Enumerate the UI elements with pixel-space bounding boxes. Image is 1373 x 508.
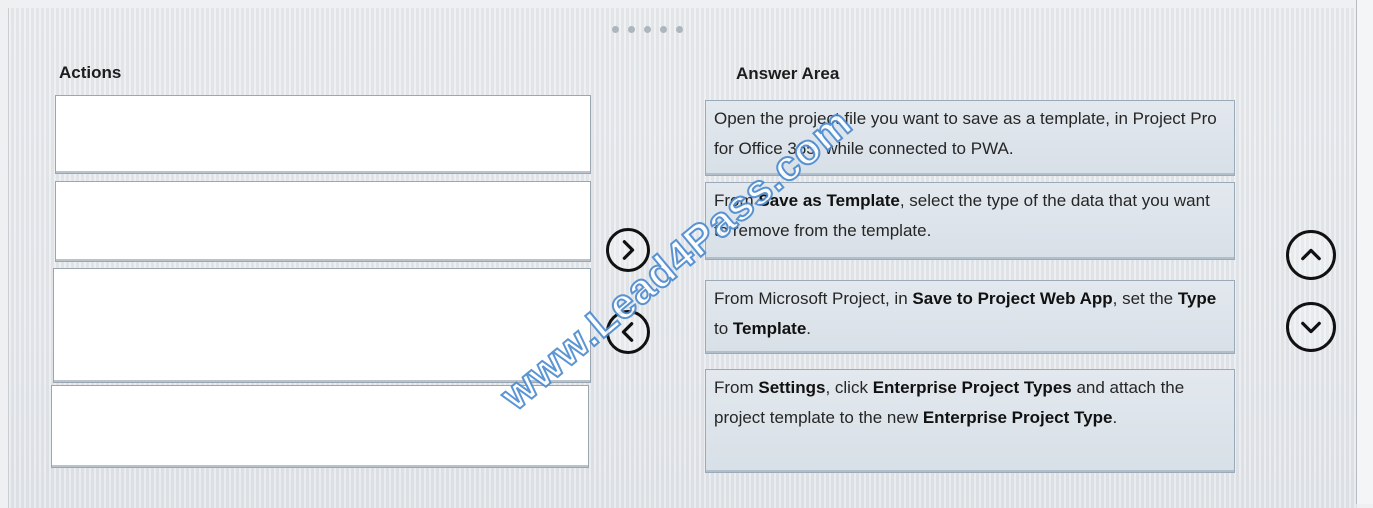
chevron-up-icon bbox=[1301, 248, 1321, 261]
answer-item-text: From Settings, click Enterprise Project … bbox=[714, 378, 1184, 427]
bold-text: Save to Project Web App bbox=[912, 289, 1113, 308]
text-segment: , set the bbox=[1112, 289, 1178, 308]
action-slot-4[interactable] bbox=[51, 385, 589, 468]
move-right-button[interactable] bbox=[606, 228, 650, 272]
answer-item-1[interactable]: Open the project file you want to save a… bbox=[705, 100, 1235, 176]
text-segment: From bbox=[714, 191, 759, 210]
pager-dot bbox=[644, 26, 651, 33]
pager-dots bbox=[612, 26, 683, 33]
pager-dot bbox=[676, 26, 683, 33]
move-left-button[interactable] bbox=[606, 310, 650, 354]
pager-dot bbox=[628, 26, 635, 33]
action-slot-1[interactable] bbox=[55, 95, 591, 174]
bold-text: Template bbox=[732, 319, 807, 338]
text-segment: . bbox=[806, 319, 812, 338]
window-edge bbox=[1356, 0, 1373, 504]
action-slot-2[interactable] bbox=[55, 181, 591, 262]
text-segment: , click bbox=[825, 378, 873, 397]
move-up-button[interactable] bbox=[1286, 230, 1336, 280]
answer-area-heading: Answer Area bbox=[736, 64, 840, 83]
answer-item-4[interactable]: From Settings, click Enterprise Project … bbox=[705, 369, 1235, 473]
bold-text: Save as Template bbox=[758, 191, 900, 210]
text-segment: From Microsoft Project, in bbox=[714, 289, 913, 308]
answer-item-text: Open the project file you want to save a… bbox=[714, 109, 1217, 158]
chevron-right-icon bbox=[622, 240, 635, 260]
text-segment: . bbox=[1112, 408, 1118, 427]
answer-item-text: From Save as Template, select the type o… bbox=[714, 191, 1210, 240]
move-down-button[interactable] bbox=[1286, 302, 1336, 352]
answer-item-2[interactable]: From Save as Template, select the type o… bbox=[705, 182, 1235, 260]
text-segment: to bbox=[714, 319, 733, 338]
action-slot-3[interactable] bbox=[53, 268, 591, 383]
chevron-left-icon bbox=[621, 322, 634, 342]
bold-text: Settings bbox=[758, 378, 826, 397]
answer-item-3[interactable]: From Microsoft Project, in Save to Proje… bbox=[705, 280, 1235, 354]
actions-heading: Actions bbox=[59, 63, 122, 82]
pager-dot bbox=[660, 26, 667, 33]
chevron-down-icon bbox=[1301, 321, 1321, 334]
pager-dot bbox=[612, 26, 619, 33]
bold-text: Enterprise Project Type bbox=[922, 408, 1113, 427]
text-segment: From bbox=[714, 378, 759, 397]
bold-text: Type bbox=[1177, 289, 1217, 308]
text-segment: Open the project file you want to save a… bbox=[714, 109, 1217, 158]
bold-text: Enterprise Project Types bbox=[872, 378, 1072, 397]
answer-item-text: From Microsoft Project, in Save to Proje… bbox=[714, 289, 1216, 338]
